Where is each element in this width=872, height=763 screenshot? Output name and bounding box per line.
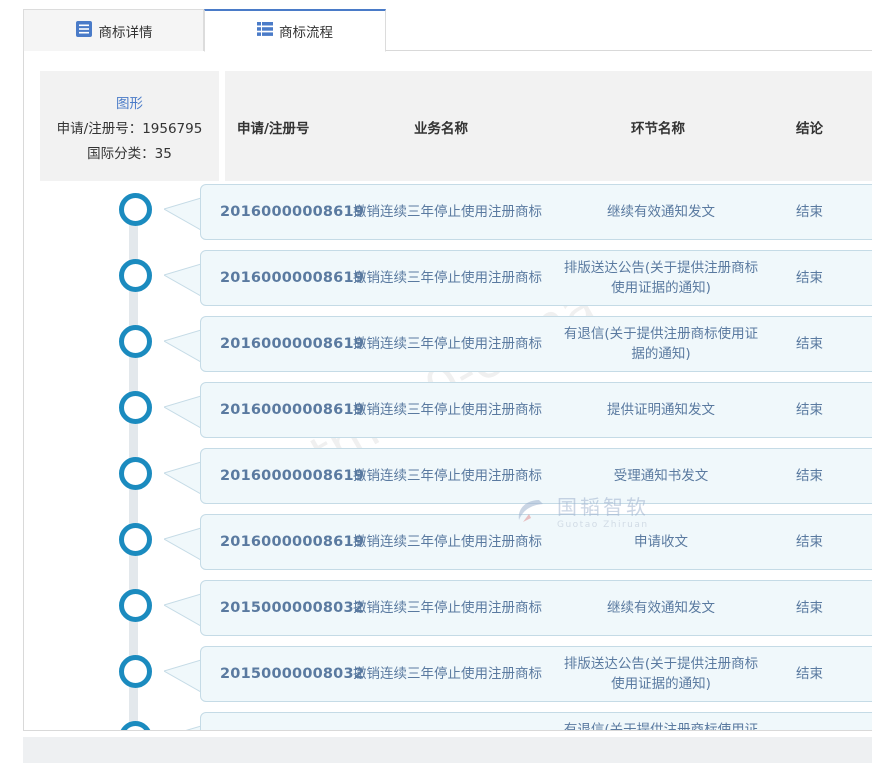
- column-header-reg-no: 申请/注册号: [237, 121, 310, 137]
- timeline-item: 有退信(关于提供注册商标使用证据的通知): [24, 712, 872, 731]
- row-result: 结束: [796, 336, 823, 352]
- trademark-reg-no: 申请/注册号：1956795: [56, 121, 203, 137]
- row-business-name: 撤销连续三年停止使用注册商标: [353, 600, 542, 616]
- row-step-name: 排版送达公告(关于提供注册商标使用证据的通知): [563, 260, 759, 296]
- row-reg-no: 20160000008619: [220, 204, 365, 220]
- table-row[interactable]: 20160000008619 撤销连续三年停止使用注册商标 有退信(关于提供注册商标…: [200, 316, 872, 372]
- row-result: 结束: [796, 402, 823, 418]
- timeline-node-icon: [119, 391, 152, 424]
- row-step-name: 提供证明通知发文: [607, 402, 715, 418]
- row-reg-no: 20150000008032: [220, 666, 365, 682]
- table-row[interactable]: 有退信(关于提供注册商标使用证据的通知): [200, 712, 872, 731]
- table-row[interactable]: 20160000008619 撤销连续三年停止使用注册商标 受理通知书发文 结束: [200, 448, 872, 504]
- row-step-name: 有退信(关于提供注册商标使用证据的通知): [563, 326, 759, 362]
- tab-trademark-process[interactable]: 商标流程: [204, 9, 386, 52]
- timeline-item: 20160000008619 撤销连续三年停止使用注册商标 排版送达公告(关于提供注…: [24, 250, 872, 306]
- trademark-shape-label: 图形: [116, 96, 143, 112]
- row-business-name: 撤销连续三年停止使用注册商标: [353, 204, 542, 220]
- column-header-business: 业务名称: [414, 121, 468, 137]
- table-header: 申请/注册号 业务名称 环节名称 结论: [225, 71, 872, 181]
- trademark-info-box: 图形 申请/注册号：1956795 国际分类：35: [40, 71, 219, 181]
- row-business-name: 撤销连续三年停止使用注册商标: [353, 534, 542, 550]
- timeline-node-icon: [119, 589, 152, 622]
- row-business-name: 撤销连续三年停止使用注册商标: [353, 468, 542, 484]
- timeline-item: 20160000008619 撤销连续三年停止使用注册商标 继续有效通知发文 结束: [24, 184, 872, 240]
- table-row[interactable]: 20150000008032 撤销连续三年停止使用注册商标 继续有效通知发文 结束: [200, 580, 872, 636]
- row-result: 结束: [796, 534, 823, 550]
- table-row[interactable]: 20160000008619 撤销连续三年停止使用注册商标 提供证明通知发文 结束: [200, 382, 872, 438]
- trademark-intl-class: 国际分类：35: [87, 146, 172, 162]
- timeline-item: 20160000008619 撤销连续三年停止使用注册商标 申请收文 结束: [24, 514, 872, 570]
- row-step-name: 受理通知书发文: [613, 468, 709, 484]
- row-result: 结束: [796, 666, 823, 682]
- row-step-name: 继续有效通知发文: [607, 600, 715, 616]
- timeline-item: 20160000008619 撤销连续三年停止使用注册商标 受理通知书发文 结束: [24, 448, 872, 504]
- timeline-item: 20150000008032 撤销连续三年停止使用注册商标 继续有效通知发文 结束: [24, 580, 872, 636]
- row-result: 结束: [796, 468, 823, 484]
- row-result: 结束: [796, 204, 823, 220]
- column-header-step: 环节名称: [631, 121, 685, 137]
- timeline-node-icon: [119, 721, 152, 730]
- tab-trademark-details[interactable]: 商标详情: [23, 9, 204, 51]
- timeline-item: 20160000008619 撤销连续三年停止使用注册商标 有退信(关于提供注册商标…: [24, 316, 872, 372]
- row-reg-no: 20160000008619: [220, 468, 365, 484]
- row-step-name: 申请收文: [634, 534, 688, 550]
- list-icon: [257, 21, 273, 41]
- tab-label: 商标流程: [279, 25, 333, 41]
- row-business-name: 撤销连续三年停止使用注册商标: [353, 336, 542, 352]
- column-header-result: 结论: [796, 121, 823, 137]
- timeline-node-icon: [119, 259, 152, 292]
- footer-bar: [23, 737, 872, 763]
- row-reg-no: 20160000008619: [220, 336, 365, 352]
- row-reg-no: 20160000008619: [220, 534, 365, 550]
- table-row[interactable]: 20160000008619 撤销连续三年停止使用注册商标 继续有效通知发文 结束: [200, 184, 872, 240]
- row-business-name: 撤销连续三年停止使用注册商标: [353, 270, 542, 286]
- tab-bar: 商标详情 商标流程: [23, 9, 872, 52]
- timeline-node-icon: [119, 325, 152, 358]
- timeline-node-icon: [119, 655, 152, 688]
- row-result: 结束: [796, 270, 823, 286]
- timeline-node-icon: [119, 457, 152, 490]
- timeline-item: 20150000008032 撤销连续三年停止使用注册商标 排版送达公告(关于提供注…: [24, 646, 872, 702]
- row-reg-no: 20150000008032: [220, 600, 365, 616]
- row-business-name: 撤销连续三年停止使用注册商标: [353, 666, 542, 682]
- table-row[interactable]: 20160000008619 撤销连续三年停止使用注册商标 排版送达公告(关于提供注…: [200, 250, 872, 306]
- row-result: 结束: [796, 600, 823, 616]
- row-step-name: 排版送达公告(关于提供注册商标使用证据的通知): [563, 656, 759, 692]
- timeline-item: 20160000008619 撤销连续三年停止使用注册商标 提供证明通知发文 结束: [24, 382, 872, 438]
- document-list-icon: [75, 20, 93, 42]
- timeline-node-icon: [119, 523, 152, 556]
- tab-label: 商标详情: [98, 24, 153, 41]
- table-row[interactable]: 20160000008619 撤销连续三年停止使用注册商标 申请收文 结束: [200, 514, 872, 570]
- row-reg-no: 20160000008619: [220, 270, 365, 286]
- row-step-name: 有退信(关于提供注册商标使用证据的通知): [563, 722, 759, 731]
- row-business-name: 撤销连续三年停止使用注册商标: [353, 402, 542, 418]
- row-reg-no: 20160000008619: [220, 402, 365, 418]
- row-step-name: 继续有效通知发文: [607, 204, 715, 220]
- table-row[interactable]: 20150000008032 撤销连续三年停止使用注册商标 排版送达公告(关于提供注…: [200, 646, 872, 702]
- timeline-node-icon: [119, 193, 152, 226]
- process-panel: tm100-china 图形 申请/注册号：1956795 国际分类：35 申请…: [23, 51, 872, 731]
